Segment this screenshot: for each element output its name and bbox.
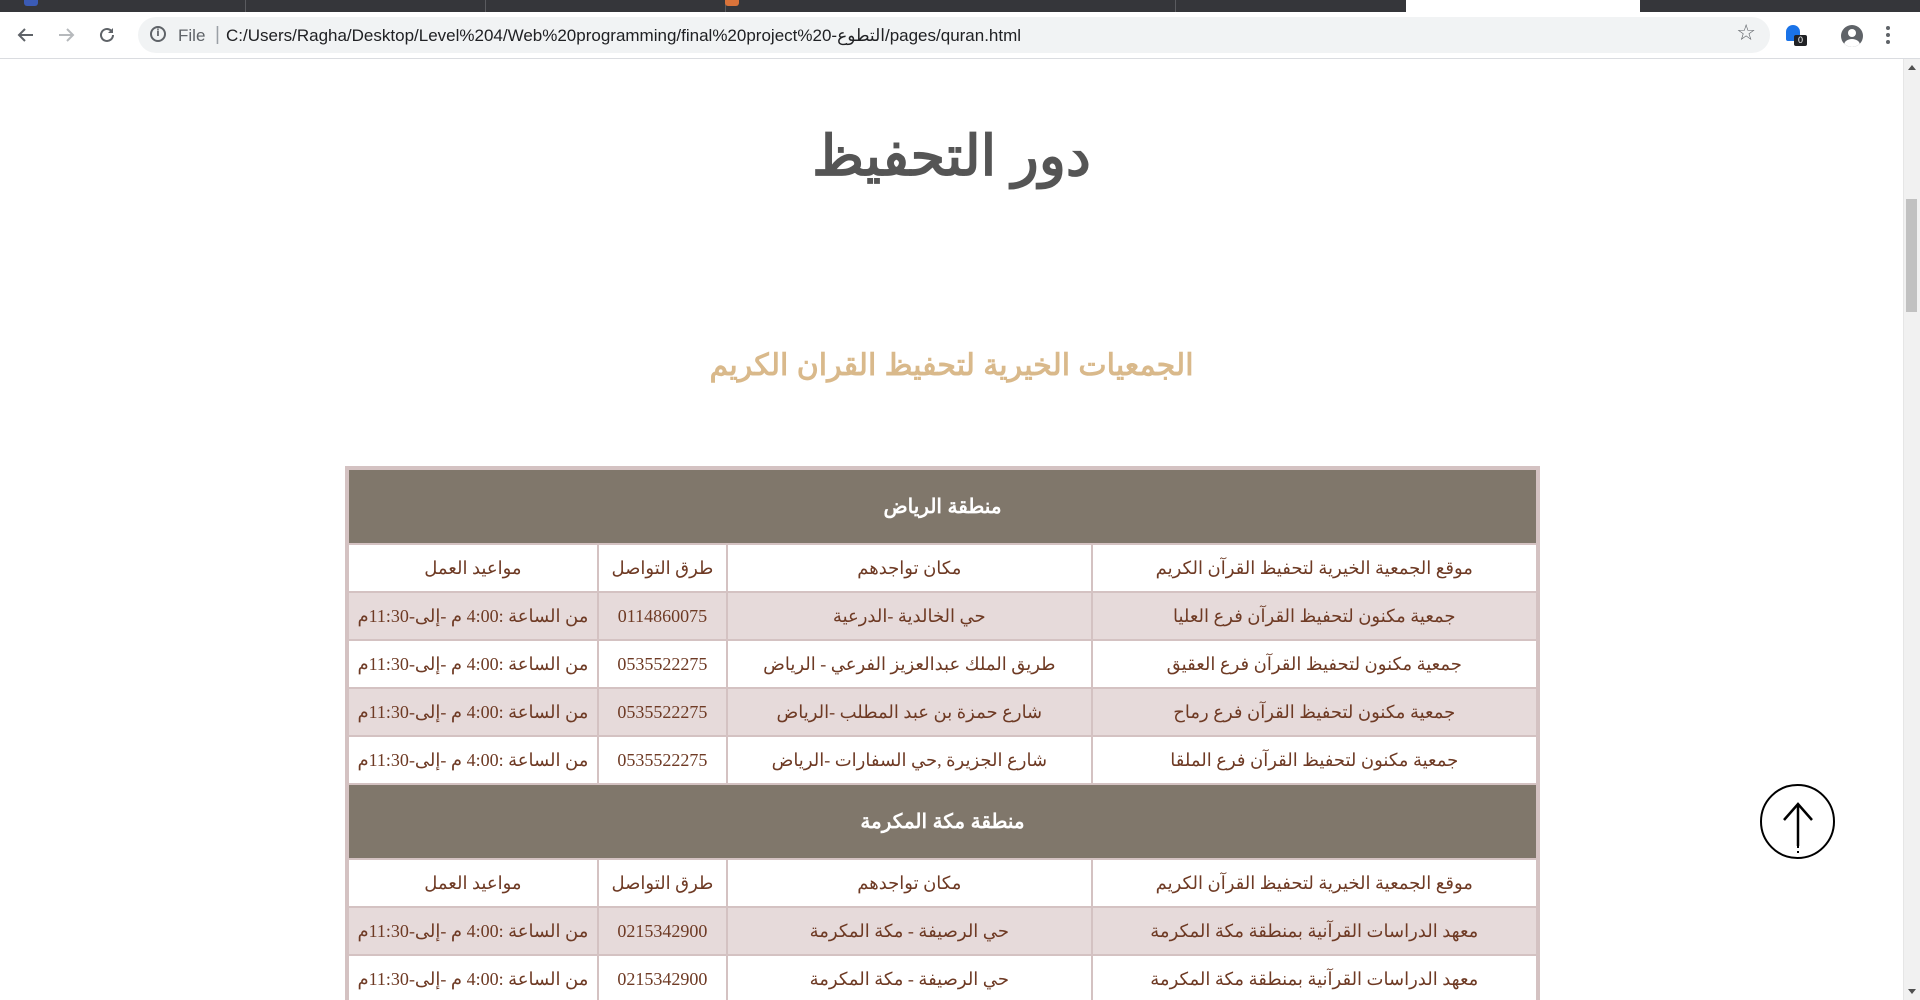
center-contact-cell: 0114860075: [598, 593, 727, 639]
arrow-left-icon: [17, 28, 33, 42]
center-hours-cell: من الساعة :4:00 م -إلى-11:30م: [349, 737, 597, 783]
column-header: مواعيد العمل: [349, 860, 597, 906]
column-header: مواعيد العمل: [349, 545, 597, 591]
center-location-cell: شارع الجزيرة ,حي السفارات -الرياض: [728, 737, 1091, 783]
center-hours-cell: من الساعة :4:00 م -إلى-11:30م: [349, 908, 597, 954]
center-contact-cell: 0535522275: [598, 689, 727, 735]
column-header: موقع الجمعية الخيرية لتحفيظ القرآن الكري…: [1092, 860, 1536, 906]
browser-toolbar: i File | C:/Users/Ragha/Desktop/Level%20…: [0, 12, 1920, 59]
browser-tab[interactable]: [725, 0, 1176, 12]
center-name-cell: جمعية مكنون لتحفيظ القرآن فرع العقيق: [1092, 641, 1536, 687]
table-row: جمعية مكنون لتحفيظ القرآن فرع رماح شارع ح…: [349, 689, 1536, 735]
center-contact-cell: 0535522275: [598, 737, 727, 783]
column-header-row: موقع الجمعية الخيرية لتحفيظ القرآن الكري…: [349, 545, 1536, 591]
center-location-cell: حي الرصيفة - مكة المكرمة: [728, 956, 1091, 1000]
center-contact-cell: 0535522275: [598, 641, 727, 687]
profile-head: [1848, 29, 1856, 37]
region-name: منطقة الرياض: [349, 470, 1536, 543]
region-name: منطقة مكة المكرمة: [349, 785, 1536, 858]
table-row: جمعية مكنون لتحفيظ القرآن فرع الملقا شارع…: [349, 737, 1536, 783]
center-location-cell: شارع حمزة بن عبد المطلب -الرياض: [728, 689, 1091, 735]
center-name-cell: جمعية مكنون لتحفيظ القرآن فرع العليا: [1092, 593, 1536, 639]
url-text[interactable]: C:/Users/Ragha/Desktop/Level%204/Web%20p…: [226, 26, 1021, 46]
back-button[interactable]: [12, 21, 40, 49]
table-row: معهد الدراسات القرآنية بمنطقة مكة المكرم…: [349, 956, 1536, 1000]
star-icon[interactable]: ☆: [1736, 21, 1756, 46]
extension-icon[interactable]: 0: [1786, 25, 1807, 46]
arrow-right-icon: [59, 28, 75, 42]
column-header: طرق التواصل: [598, 860, 727, 906]
center-name-cell: معهد الدراسات القرآنية بمنطقة مكة المكرم…: [1092, 908, 1536, 954]
center-location-cell: حي الخالدية -الدرعية: [728, 593, 1091, 639]
scroll-to-top-button[interactable]: [1760, 784, 1835, 859]
quran-centers-table: منطقة الرياض موقع الجمعية الخيرية لتحفيظ …: [345, 466, 1540, 1000]
section-title: الجمعيات الخيرية لتحفيظ القران الكريم: [709, 349, 1194, 382]
reload-icon: [100, 27, 114, 42]
profile-body: [1844, 39, 1860, 47]
page-viewport: دور التحفيظ الجمعيات الخيرية لتحفيظ القر…: [0, 59, 1903, 1000]
table-row: جمعية مكنون لتحفيظ القرآن فرع العليا حي ا…: [349, 593, 1536, 639]
active-browser-tab[interactable]: [1406, 0, 1640, 12]
forward-button[interactable]: [52, 21, 80, 49]
column-header: موقع الجمعية الخيرية لتحفيظ القرآن الكري…: [1092, 545, 1536, 591]
vertical-scrollbar[interactable]: [1903, 59, 1920, 1000]
scroll-down-arrow-icon[interactable]: [1908, 989, 1916, 994]
center-name-cell: جمعية مكنون لتحفيظ القرآن فرع الملقا: [1092, 737, 1536, 783]
column-header-row: موقع الجمعية الخيرية لتحفيظ القرآن الكري…: [349, 860, 1536, 906]
table-row: جمعية مكنون لتحفيظ القرآن فرع العقيق طريق…: [349, 641, 1536, 687]
scrollbar-thumb[interactable]: [1906, 199, 1917, 312]
table-row: معهد الدراسات القرآنية بمنطقة مكة المكرم…: [349, 908, 1536, 954]
column-header: مكان تواجدهم: [728, 545, 1091, 591]
kebab-menu-icon[interactable]: [1885, 26, 1891, 48]
column-header: مكان تواجدهم: [728, 860, 1091, 906]
center-contact-cell: 0215342900: [598, 956, 727, 1000]
center-hours-cell: من الساعة :4:00 م -إلى-11:30م: [349, 689, 597, 735]
tab-favicon-icon: [24, 0, 38, 6]
profile-icon[interactable]: [1841, 25, 1863, 47]
browser-tab[interactable]: [485, 0, 739, 12]
info-icon[interactable]: i: [150, 26, 166, 42]
region-header-row: منطقة مكة المكرمة: [349, 785, 1536, 858]
center-contact-cell: 0215342900: [598, 908, 727, 954]
arrow-up-icon: [1783, 802, 1813, 856]
center-hours-cell: من الساعة :4:00 م -إلى-11:30م: [349, 641, 597, 687]
tab-strip: [0, 0, 1920, 12]
reload-button[interactable]: [93, 21, 121, 49]
browser-tab[interactable]: [0, 0, 246, 12]
scroll-up-arrow-icon[interactable]: [1908, 65, 1916, 70]
browser-tab[interactable]: [245, 0, 486, 12]
center-location-cell: طريق الملك عبدالعزيز الفرعي - الرياض: [728, 641, 1091, 687]
center-name-cell: معهد الدراسات القرآنية بمنطقة مكة المكرم…: [1092, 956, 1536, 1000]
page-title: دور التحفيظ: [812, 124, 1091, 187]
center-location-cell: حي الرصيفة - مكة المكرمة: [728, 908, 1091, 954]
url-scheme: File: [178, 26, 206, 45]
address-bar[interactable]: i File | C:/Users/Ragha/Desktop/Level%20…: [138, 17, 1770, 53]
center-hours-cell: من الساعة :4:00 م -إلى-11:30م: [349, 593, 597, 639]
region-header-row: منطقة الرياض: [349, 470, 1536, 543]
column-header: طرق التواصل: [598, 545, 727, 591]
center-hours-cell: من الساعة :4:00 م -إلى-11:30م: [349, 956, 597, 1000]
url-separator: |: [215, 24, 220, 45]
extension-badge: 0: [1794, 35, 1807, 46]
center-name-cell: جمعية مكنون لتحفيظ القرآن فرع رماح: [1092, 689, 1536, 735]
